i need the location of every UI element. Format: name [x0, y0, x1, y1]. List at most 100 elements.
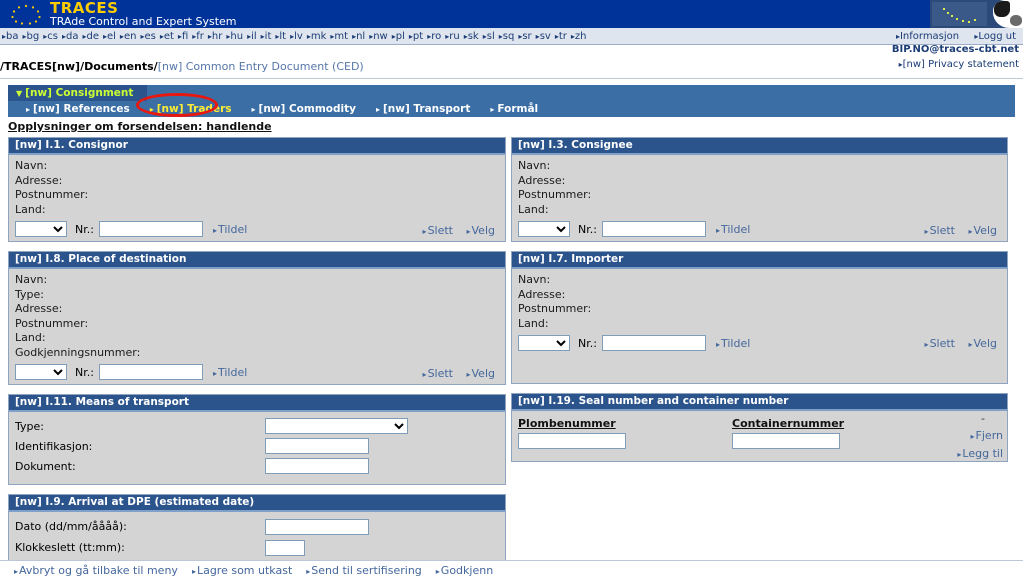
- destination-slett-link[interactable]: ▸Slett: [423, 367, 453, 380]
- language-link-sq[interactable]: ▸sq: [498, 28, 518, 44]
- language-link-hr[interactable]: ▸hr: [207, 28, 225, 44]
- language-link-es[interactable]: ▸es: [139, 28, 158, 44]
- action-avbryt-og-g-tilbake-til-meny[interactable]: ▸Avbryt og gå tilbake til meny: [14, 564, 178, 577]
- consignee-slett-link[interactable]: ▸Slett: [925, 224, 955, 237]
- language-link-sl[interactable]: ▸sl: [482, 28, 498, 44]
- tab-transport[interactable]: ▸ [nw] Transport: [372, 101, 486, 118]
- app-subtitle: TRAde Control and Expert System: [50, 15, 237, 28]
- panel-destination-title: [nw] I.8. Place of destination: [9, 252, 505, 269]
- language-link-sv[interactable]: ▸sv: [535, 28, 554, 44]
- importer-tildel-link[interactable]: ▸Tildel: [716, 337, 750, 350]
- transport-document-input[interactable]: [265, 458, 369, 474]
- action-lagre-som-utkast[interactable]: ▸Lagre som utkast: [192, 564, 292, 577]
- info-link[interactable]: ▸Informasjon: [895, 28, 962, 44]
- language-code: de: [86, 31, 99, 42]
- consignee-country-select[interactable]: [518, 221, 570, 237]
- language-link-de[interactable]: ▸de: [81, 28, 102, 44]
- destination-country-select[interactable]: [15, 364, 67, 380]
- language-link-nw[interactable]: ▸nw: [368, 28, 391, 44]
- importer-velg-link[interactable]: ▸Velg: [969, 337, 998, 350]
- language-link-it[interactable]: ▸it: [260, 28, 275, 44]
- tab-commodity[interactable]: ▸ [nw] Commodity: [248, 101, 372, 118]
- language-link-sr[interactable]: ▸sr: [517, 28, 534, 44]
- language-link-mt[interactable]: ▸mt: [329, 28, 351, 44]
- panel-means-of-transport: [nw] I.11. Means of transport Type: Iden…: [8, 394, 506, 485]
- language-link-sk[interactable]: ▸sk: [463, 28, 482, 44]
- language-link-fi[interactable]: ▸fi: [177, 28, 191, 44]
- language-link-mk[interactable]: ▸mk: [306, 28, 330, 44]
- consignor-nr-input[interactable]: [98, 221, 203, 237]
- tab-traders[interactable]: ▸ [nw] Traders: [146, 101, 248, 118]
- field-label-navn: Navn:: [518, 159, 551, 172]
- action-godkjenn[interactable]: ▸Godkjenn: [436, 564, 493, 577]
- language-link-lt[interactable]: ▸lt: [274, 28, 289, 44]
- tab-references[interactable]: ▸ [nw] References: [22, 101, 146, 118]
- seal-number-header: Plombenummer: [518, 417, 616, 430]
- action-send-til-sertifisering[interactable]: ▸Send til sertifisering: [306, 564, 422, 577]
- importer-nr-input[interactable]: [601, 335, 706, 351]
- language-link-da[interactable]: ▸da: [61, 28, 82, 44]
- consignor-velg-link[interactable]: ▸Velg: [467, 224, 496, 237]
- language-code: mt: [334, 31, 349, 42]
- arrival-time-input[interactable]: [265, 539, 305, 556]
- language-code: sr: [522, 31, 532, 42]
- eu-stars-icon: [11, 4, 41, 25]
- consignor-slett-link[interactable]: ▸Slett: [423, 224, 453, 237]
- consignor-tildel-link[interactable]: ▸Tildel: [213, 223, 247, 236]
- destination-velg-link[interactable]: ▸Velg: [467, 367, 496, 380]
- language-link-ba[interactable]: ▸ba: [1, 28, 22, 44]
- action-label: Send til sertifisering: [311, 564, 422, 577]
- language-link-ru[interactable]: ▸ru: [444, 28, 462, 44]
- language-code: fr: [196, 31, 204, 42]
- language-link-hu[interactable]: ▸hu: [225, 28, 246, 44]
- consignee-nr-input[interactable]: [601, 221, 706, 237]
- field-label-land: Land:: [518, 316, 549, 330]
- privacy-statement-link[interactable]: ▸[nw] Privacy statement: [899, 59, 1019, 70]
- language-link-fr[interactable]: ▸fr: [191, 28, 207, 44]
- transport-type-select[interactable]: [265, 418, 408, 434]
- language-link-cs[interactable]: ▸cs: [42, 28, 61, 44]
- destination-nr-label: Nr.:: [75, 365, 94, 379]
- field-label-postnummer: Postnummer:: [15, 188, 89, 201]
- language-link-tr[interactable]: ▸tr: [554, 28, 570, 44]
- language-link-en[interactable]: ▸en: [119, 28, 140, 44]
- destination-nr-input[interactable]: [98, 364, 203, 380]
- language-bar: ▸ba ▸bg ▸cs ▸da ▸de ▸el ▸en ▸es ▸et ▸fi ▸fr ▸hr ▸hu ▸…: [0, 28, 1023, 45]
- container-number-input[interactable]: [732, 433, 840, 449]
- language-code: da: [65, 31, 79, 42]
- transport-ident-label: Identifikasjon:: [15, 439, 93, 453]
- destination-tildel-link[interactable]: ▸Tildel: [213, 366, 247, 379]
- tab-form-l[interactable]: ▸ Formål: [486, 101, 554, 118]
- importer-slett-link[interactable]: ▸Slett: [925, 337, 955, 350]
- arrival-date-input[interactable]: [265, 518, 369, 535]
- language-link-zh[interactable]: ▸zh: [570, 28, 590, 44]
- field-label-navn: Navn:: [15, 273, 48, 286]
- language-link-pl[interactable]: ▸pl: [391, 28, 408, 44]
- seal-remove-link[interactable]: ▸Fjern: [971, 429, 1003, 442]
- tab-consignment[interactable]: ▼ [nw] Consignment: [8, 85, 148, 101]
- language-link-pt[interactable]: ▸pt: [408, 28, 426, 44]
- seal-number-input[interactable]: [518, 433, 626, 449]
- logout-link[interactable]: ▸Logg ut: [973, 28, 1019, 44]
- breadcrumb-root[interactable]: /TRACES[nw]: [0, 60, 80, 73]
- consignee-velg-link[interactable]: ▸Velg: [969, 224, 998, 237]
- language-link-et[interactable]: ▸et: [159, 28, 177, 44]
- transport-ident-input[interactable]: [265, 438, 369, 454]
- action-label: Avbryt og gå tilbake til meny: [19, 564, 178, 577]
- language-link-lv[interactable]: ▸lv: [289, 28, 306, 44]
- tab-label: Formål: [497, 103, 539, 115]
- consignee-tildel-link[interactable]: ▸Tildel: [716, 223, 750, 236]
- field-label-adresse: Adresse:: [518, 287, 566, 301]
- breadcrumb-section[interactable]: /Documents/: [80, 60, 158, 73]
- language-link-il[interactable]: ▸il: [246, 28, 260, 44]
- language-link-nl[interactable]: ▸nl: [351, 28, 368, 44]
- language-link-bg[interactable]: ▸bg: [22, 28, 43, 44]
- language-code: it: [264, 31, 272, 42]
- importer-country-select[interactable]: [518, 335, 570, 351]
- language-code: il: [251, 31, 257, 42]
- language-link-ro[interactable]: ▸ro: [426, 28, 444, 44]
- consignor-country-select[interactable]: [15, 221, 67, 237]
- seal-add-link[interactable]: ▸Legg til: [957, 447, 1003, 460]
- language-link-el[interactable]: ▸el: [102, 28, 119, 44]
- caret-right-icon: ▸: [191, 567, 196, 576]
